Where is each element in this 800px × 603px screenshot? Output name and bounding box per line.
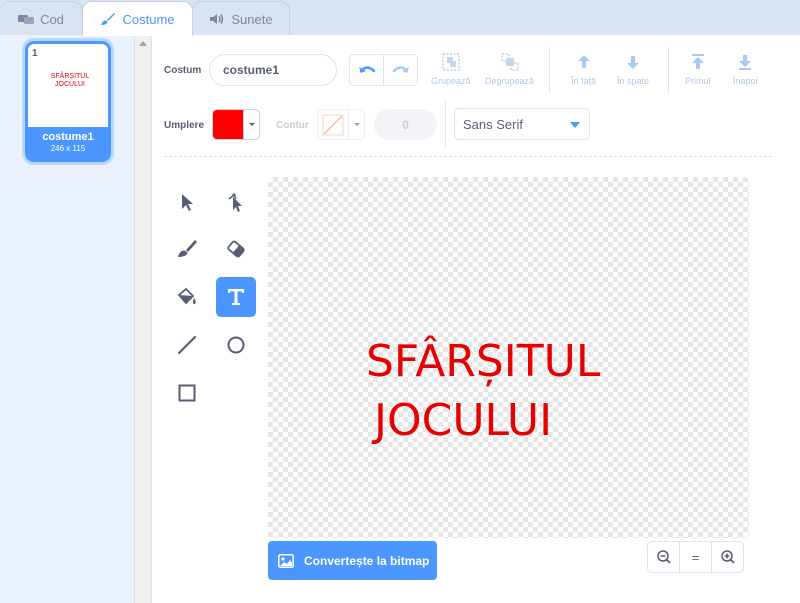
undo-icon xyxy=(358,66,375,73)
costume-tile-name: costume1 xyxy=(42,131,94,143)
thumbnail-line: SFÂRȘITUL xyxy=(50,73,90,80)
zoom-controls: = xyxy=(647,541,744,573)
undo-button[interactable] xyxy=(350,55,384,85)
zoom-in-button[interactable] xyxy=(711,542,743,572)
costume-number: 1 xyxy=(32,48,38,59)
brush-icon xyxy=(178,240,197,257)
drawing-canvas[interactable]: SFÂRȘITUL JOCULUI xyxy=(268,177,749,538)
fill-color-picker[interactable] xyxy=(212,109,260,140)
group-icon xyxy=(442,53,460,71)
rectangle-icon xyxy=(178,384,196,402)
back-button[interactable]: Înapoi xyxy=(733,51,758,86)
brush-tool[interactable] xyxy=(167,229,207,269)
divider xyxy=(668,47,669,93)
toolbar-divider xyxy=(164,156,772,157)
outline-color-picker[interactable] xyxy=(317,109,365,140)
tab-label: Cod xyxy=(40,11,64,27)
editor-tabs: Cod Costume Sunete xyxy=(0,0,800,36)
backward-button[interactable]: În spate xyxy=(617,51,649,86)
font-name: Sans Serif xyxy=(463,116,523,132)
ungroup-button[interactable]: Degrupează xyxy=(485,51,534,86)
dropdown-arrow-icon xyxy=(244,110,259,139)
line-icon xyxy=(177,335,197,355)
zoom-out-button[interactable] xyxy=(648,542,679,572)
arrow-bottom-icon xyxy=(739,55,752,70)
canvas-text-line[interactable]: JOCULUI xyxy=(374,393,552,449)
tab-sounds[interactable]: Sunete xyxy=(192,1,290,36)
no-color-icon xyxy=(318,110,349,139)
costume-thumbnail: SFÂRȘITUL JOCULUI xyxy=(36,62,104,100)
brush-icon xyxy=(100,12,116,26)
zoom-in-icon xyxy=(720,550,735,564)
redo-button[interactable] xyxy=(384,55,417,85)
backward-label: În spate xyxy=(617,76,650,86)
reshape-icon xyxy=(228,193,242,212)
dropdown-arrow-icon xyxy=(349,110,364,139)
group-label: Grupează xyxy=(431,76,471,86)
reshape-tool[interactable] xyxy=(216,182,256,222)
tab-costumes[interactable]: Costume xyxy=(82,1,193,36)
speaker-icon xyxy=(209,12,225,26)
caret-down-icon xyxy=(570,122,580,128)
rectangle-tool[interactable] xyxy=(167,373,207,413)
font-dropdown[interactable]: Sans Serif xyxy=(454,108,590,140)
fill-tool[interactable] xyxy=(167,277,207,317)
image-icon xyxy=(278,553,294,568)
circle-icon xyxy=(227,336,245,354)
ungroup-icon xyxy=(500,53,519,71)
tab-label: Sunete xyxy=(231,11,273,27)
back-label: Înapoi xyxy=(733,76,758,86)
zoom-reset-button[interactable]: = xyxy=(679,542,711,572)
group-button[interactable]: Grupează xyxy=(431,51,471,86)
forward-label: În față xyxy=(571,76,597,86)
costume-name-label: Costum xyxy=(164,65,202,76)
undo-redo-group xyxy=(349,54,418,86)
convert-to-bitmap-button[interactable]: Convertește la bitmap xyxy=(268,541,437,580)
paint-bucket-icon xyxy=(177,287,196,305)
fill-color-swatch xyxy=(213,110,244,139)
select-tool[interactable] xyxy=(167,182,207,222)
arrow-down-icon xyxy=(627,56,640,69)
costume-tile[interactable]: 1 SFÂRȘITUL JOCULUI costume1 246 x 115 xyxy=(25,41,111,162)
circle-tool[interactable] xyxy=(216,325,256,365)
divider xyxy=(445,101,446,147)
costume-tile-footer: costume1 246 x 115 xyxy=(28,127,108,159)
costume-name-input[interactable]: costume1 xyxy=(209,54,337,86)
convert-bitmap-label: Convertește la bitmap xyxy=(304,553,430,568)
scroll-up-arrow-icon[interactable] xyxy=(139,41,147,46)
zoom-out-icon xyxy=(656,550,671,564)
canvas-text-line[interactable]: SFÂRȘITUL xyxy=(366,334,600,390)
fill-label: Umplere xyxy=(164,120,205,131)
eraser-tool[interactable] xyxy=(216,229,256,269)
tab-code[interactable]: Cod xyxy=(0,1,83,36)
arrow-up-icon xyxy=(577,55,590,68)
forward-button[interactable]: În față xyxy=(571,51,596,86)
select-arrow-icon xyxy=(182,194,193,211)
text-icon xyxy=(228,289,244,305)
divider xyxy=(549,47,550,93)
line-tool[interactable] xyxy=(167,325,207,365)
stroke-width-input[interactable]: 0 xyxy=(374,109,437,140)
thumbnail-line: JOCULUI xyxy=(55,81,85,88)
text-tool[interactable] xyxy=(216,277,256,317)
outline-label: Contur xyxy=(276,120,309,131)
costume-list: 1 SFÂRȘITUL JOCULUI costume1 246 x 115 xyxy=(0,35,135,603)
front-label: Primul xyxy=(685,76,711,86)
tab-label: Costume xyxy=(122,11,175,27)
scrollbar[interactable] xyxy=(135,35,152,603)
paint-editor: Costum costume1 Grupează Degrupează În f… xyxy=(152,35,800,603)
arrow-top-icon xyxy=(691,54,704,69)
redo-icon xyxy=(392,66,409,73)
costume-tile-size: 246 x 115 xyxy=(50,144,86,153)
ungroup-label: Degrupează xyxy=(485,76,535,86)
code-icon xyxy=(18,13,35,25)
front-button[interactable]: Primul xyxy=(685,51,711,86)
eraser-icon xyxy=(227,240,245,258)
